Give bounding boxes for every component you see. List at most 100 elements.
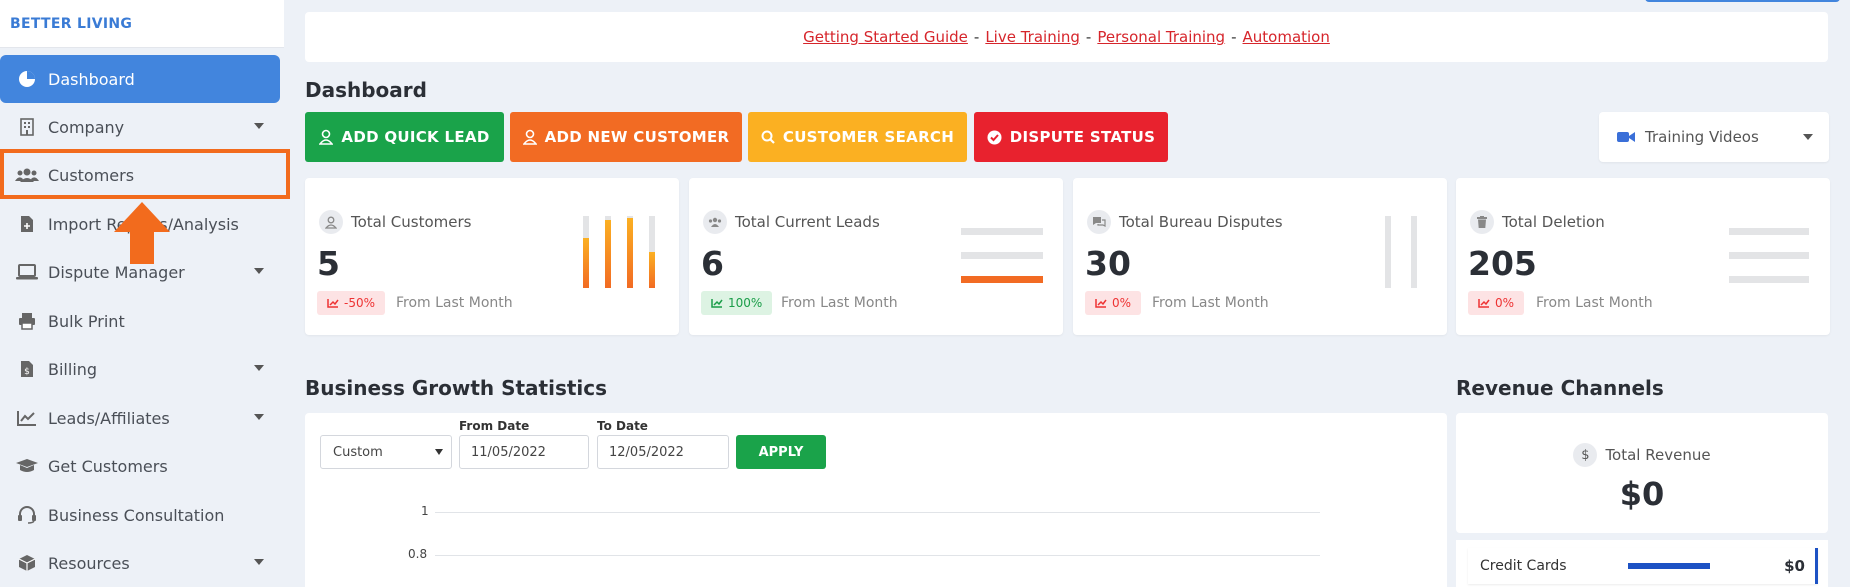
stat-change: 0% — [1495, 296, 1515, 310]
sidebar-item-get-customers[interactable]: Get Customers — [0, 443, 280, 489]
channel-bar — [1628, 563, 1710, 569]
user-icon — [319, 210, 343, 234]
sidebar-item-label: Dashboard — [48, 69, 135, 89]
box-icon — [14, 552, 40, 574]
business-growth-panel: Custom From Date 11/05/2022 To Date 12/0… — [305, 413, 1447, 587]
sidebar-item-label: Bulk Print — [48, 311, 125, 331]
stat-change-badge: 100% — [701, 291, 773, 315]
pie-chart-icon — [14, 68, 40, 90]
revenue-channels-title: Revenue Channels — [1456, 376, 1664, 400]
sidebar-item-leads-affiliates[interactable]: Leads/Affiliates — [0, 395, 280, 441]
stat-card-total-bureau-disputes: Total Bureau Disputes 30 0% From Last Mo… — [1073, 178, 1447, 335]
stat-title: Total Bureau Disputes — [1119, 213, 1283, 231]
user-icon — [522, 129, 537, 145]
stat-card-total-customers: Total Customers 5 -50% From Last Month — [305, 178, 679, 335]
trash-icon — [1470, 210, 1494, 234]
date-range-select[interactable]: Custom — [320, 435, 452, 469]
chevron-down-icon — [1803, 134, 1813, 140]
button-label: CUSTOMER SEARCH — [782, 128, 955, 146]
line-chart-icon — [14, 407, 40, 429]
headset-icon — [14, 504, 40, 526]
stat-title: Total Customers — [351, 213, 472, 231]
stat-value: 205 — [1468, 244, 1537, 283]
apply-button[interactable]: APPLY — [736, 435, 826, 469]
business-growth-title: Business Growth Statistics — [305, 376, 608, 400]
add-new-customer-button[interactable]: ADD NEW CUSTOMER — [510, 112, 742, 162]
mini-progress-chart — [961, 228, 1043, 283]
link-personal-training[interactable]: Personal Training — [1097, 28, 1225, 46]
sidebar-item-resources[interactable]: Resources — [0, 540, 280, 586]
stat-from-label: From Last Month — [1152, 295, 1269, 311]
from-date-input[interactable]: 11/05/2022 — [459, 435, 589, 469]
channel-value: $0 — [1784, 557, 1805, 575]
button-label: ADD QUICK LEAD — [341, 128, 490, 146]
stat-card-total-current-leads: Total Current Leads 6 100% From Last Mon… — [689, 178, 1063, 335]
help-links-bar: Getting Started Guide - Live Training - … — [305, 12, 1828, 62]
channel-label: Credit Cards — [1480, 558, 1567, 574]
stat-title: Total Deletion — [1502, 213, 1605, 231]
sidebar-item-billing[interactable]: $ Billing — [0, 346, 280, 392]
stat-value: 6 — [701, 244, 724, 283]
sidebar-item-label: Get Customers — [48, 456, 168, 476]
page-title: Dashboard — [305, 78, 427, 102]
stat-title: Total Current Leads — [735, 213, 880, 231]
sidebar-item-bulk-print[interactable]: Bulk Print — [0, 298, 280, 344]
graduation-cap-icon — [14, 455, 40, 477]
users-icon — [703, 210, 727, 234]
sidebar-item-label: Business Consultation — [48, 505, 225, 525]
trend-chart-icon — [327, 299, 339, 308]
sidebar-item-label: Company — [48, 117, 125, 137]
customer-search-button[interactable]: CUSTOMER SEARCH — [748, 112, 967, 162]
link-automation[interactable]: Automation — [1243, 28, 1330, 46]
chevron-down-icon — [254, 123, 264, 129]
brand-header: BETTER LIVING — [0, 0, 284, 48]
revenue-channel-row: Credit Cards $0 — [1456, 540, 1828, 587]
stat-change: -50% — [344, 296, 376, 310]
stat-from-label: From Last Month — [396, 295, 513, 311]
link-getting-started[interactable]: Getting Started Guide — [803, 28, 968, 46]
button-label: DISPUTE STATUS — [1009, 128, 1156, 146]
trend-chart-icon — [711, 299, 723, 308]
stat-from-label: From Last Month — [781, 295, 898, 311]
chevron-down-icon — [254, 414, 264, 420]
trend-chart-icon — [1478, 299, 1490, 308]
sidebar: BETTER LIVING Dashboard Company Customer… — [0, 0, 290, 587]
arrow-up-icon — [114, 202, 170, 264]
stat-change-badge: 0% — [1468, 291, 1525, 315]
link-separator: - — [1085, 28, 1092, 46]
laptop-icon — [14, 261, 40, 283]
add-quick-lead-button[interactable]: ADD QUICK LEAD — [305, 112, 504, 162]
chart-gridline — [435, 512, 1320, 513]
stat-value: 5 — [317, 244, 340, 283]
from-date-label: From Date — [459, 419, 530, 433]
check-circle-icon — [987, 130, 1002, 144]
highlight-box — [0, 149, 290, 199]
file-import-icon — [14, 213, 40, 235]
sidebar-item-label: Resources — [48, 553, 130, 573]
sidebar-item-company[interactable]: Company — [0, 104, 280, 150]
mini-bar-chart — [583, 216, 655, 288]
top-right-button[interactable] — [1645, 0, 1840, 2]
from-date-value: 11/05/2022 — [471, 444, 546, 460]
brand-logo-text[interactable]: BETTER LIVING — [10, 16, 132, 32]
chart-gridline — [435, 555, 1320, 556]
search-icon — [761, 130, 775, 144]
svg-text:$: $ — [24, 367, 30, 377]
chevron-down-icon — [435, 449, 443, 455]
dispute-status-button[interactable]: DISPUTE STATUS — [974, 112, 1168, 162]
to-date-input[interactable]: 12/05/2022 — [597, 435, 729, 469]
to-date-label: To Date — [597, 419, 648, 433]
user-icon — [319, 129, 334, 145]
y-axis-tick: 0.8 — [408, 547, 428, 561]
building-icon — [14, 116, 40, 138]
sidebar-item-label: Dispute Manager — [48, 262, 185, 282]
training-videos-label: Training Videos — [1645, 128, 1759, 146]
sidebar-item-label: Billing — [48, 359, 98, 379]
stat-change-badge: 0% — [1085, 291, 1142, 315]
sidebar-item-business-consultation[interactable]: Business Consultation — [0, 492, 280, 538]
training-videos-dropdown[interactable]: Training Videos — [1599, 112, 1829, 162]
stat-card-total-deletion: Total Deletion 205 0% From Last Month — [1456, 178, 1830, 335]
total-revenue-value: $0 — [1619, 475, 1665, 513]
link-live-training[interactable]: Live Training — [985, 28, 1080, 46]
sidebar-item-dashboard[interactable]: Dashboard — [0, 55, 280, 103]
